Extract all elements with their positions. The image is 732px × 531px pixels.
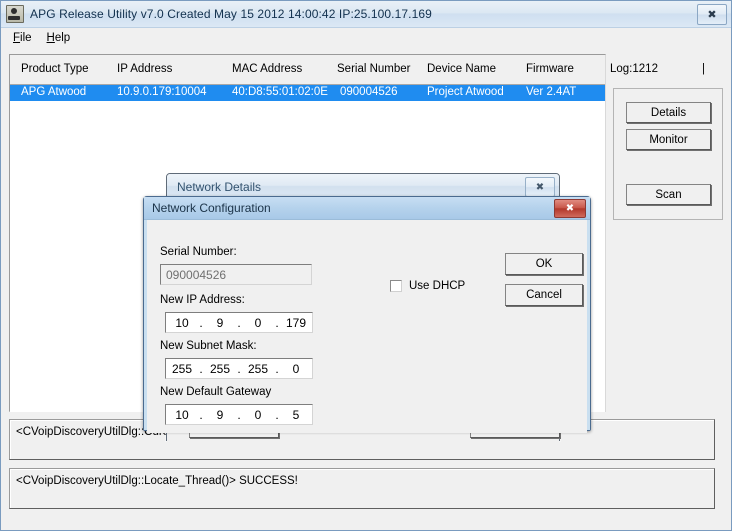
use-dhcp-label: Use DHCP (409, 280, 466, 292)
new-subnet-mask-field[interactable]: 255 . 255 . 255 . 0 (165, 358, 313, 379)
serial-number-label: Serial Number: (160, 246, 237, 258)
new-default-gateway-field[interactable]: 10 . 9 . 0 . 5 (165, 404, 313, 425)
network-configuration-title-bar: Network Configuration ✖ (144, 197, 590, 220)
close-icon[interactable]: ✖ (697, 4, 727, 25)
column-header-mac-address[interactable]: MAC Address (232, 63, 302, 75)
column-header-log[interactable]: Log:1212 (610, 63, 658, 75)
menu-item-help[interactable]: Help (41, 30, 80, 46)
subnet-octet-2[interactable]: 255 (204, 362, 236, 376)
new-subnet-mask-label: New Subnet Mask: (160, 340, 257, 352)
use-dhcp-row[interactable]: Use DHCP (390, 280, 465, 292)
ok-button[interactable]: OK (505, 253, 583, 275)
cell-firmware: Ver 2.4AT (526, 86, 577, 98)
menu-item-help-rest: elp (54, 32, 71, 44)
network-configuration-title: Network Configuration (152, 201, 271, 215)
gateway-octet-1[interactable]: 10 (166, 408, 198, 422)
network-configuration-body: Serial Number: 090004526 New IP Address:… (147, 220, 587, 433)
menu-item-file[interactable]: File (7, 30, 41, 46)
scan-button[interactable]: Scan (626, 184, 711, 205)
gateway-octet-4[interactable]: 5 (280, 408, 312, 422)
gateway-octet-2[interactable]: 9 (204, 408, 236, 422)
cell-serial-number: 090004526 (340, 86, 398, 98)
title-bar: APG Release Utility v7.0 Created May 15 … (1, 1, 731, 28)
subnet-octet-1[interactable]: 255 (166, 362, 198, 376)
column-header-ip-address[interactable]: IP Address (117, 63, 172, 75)
new-default-gateway-label: New Default Gateway (160, 386, 272, 398)
client-area: Product Type IP Address MAC Address Seri… (1, 48, 731, 530)
cancel-button[interactable]: Cancel (505, 284, 583, 306)
column-header-product-type[interactable]: Product Type (21, 63, 89, 75)
close-icon[interactable]: ✖ (525, 177, 555, 197)
network-details-title: Network Details (177, 179, 262, 194)
cell-device-name: Project Atwood (427, 86, 504, 98)
subnet-octet-3[interactable]: 255 (242, 362, 274, 376)
menu-item-file-rest: ile (20, 32, 32, 44)
network-configuration-dialog: Network Configuration ✖ Serial Number: 0… (143, 196, 591, 433)
new-ip-octet-4[interactable]: 179 (280, 316, 312, 330)
column-header-device-name[interactable]: Device Name (427, 63, 496, 75)
cell-mac-address: 40:D8:55:01:02:0E (232, 86, 328, 98)
device-list-header: Product Type IP Address MAC Address Seri… (10, 55, 705, 85)
close-icon[interactable]: ✖ (554, 199, 586, 218)
serial-number-value: 090004526 (166, 267, 227, 282)
gateway-octet-3[interactable]: 0 (242, 408, 274, 422)
app-icon (6, 5, 24, 23)
cell-product-type: APG Atwood (21, 86, 87, 98)
new-ip-octet-2[interactable]: 9 (204, 316, 236, 330)
application-window: APG Release Utility v7.0 Created May 15 … (0, 0, 732, 531)
window-title: APG Release Utility v7.0 Created May 15 … (30, 7, 432, 21)
cell-ip-address: 10.9.0.179:10004 (117, 86, 207, 98)
details-button[interactable]: Details (626, 102, 711, 123)
new-ip-octet-1[interactable]: 10 (166, 316, 198, 330)
subnet-octet-4[interactable]: 0 (280, 362, 312, 376)
serial-number-field: 090004526 (160, 264, 312, 285)
new-ip-address-field[interactable]: 10 . 9 . 0 . 179 (165, 312, 313, 333)
column-header-serial-number[interactable]: Serial Number (337, 63, 411, 75)
table-row[interactable]: APG Atwood 10.9.0.179:10004 40:D8:55:01:… (10, 85, 605, 101)
use-dhcp-checkbox[interactable] (390, 280, 402, 292)
new-ip-address-label: New IP Address: (160, 294, 245, 306)
column-header-firmware[interactable]: Firmware (526, 63, 574, 75)
column-header-divider[interactable]: | (702, 63, 705, 75)
action-button-group: Details Monitor Scan (613, 88, 723, 220)
monitor-button[interactable]: Monitor (626, 129, 711, 150)
menu-bar: File Help (1, 28, 731, 49)
log-line-2: <CVoipDiscoveryUtilDlg::Locate_Thread()>… (9, 468, 715, 509)
new-ip-octet-3[interactable]: 0 (242, 316, 274, 330)
